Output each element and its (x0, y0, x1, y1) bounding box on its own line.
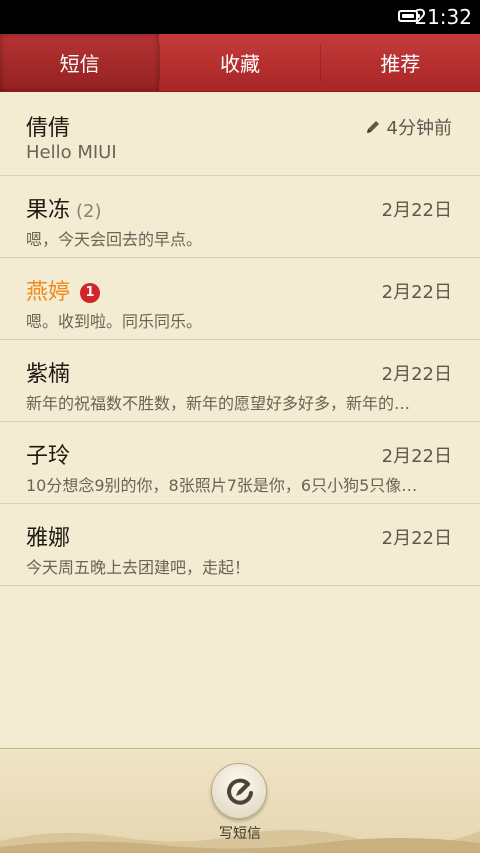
message-time: 4分钟前 (365, 114, 452, 140)
bottom-bar: 写短信 (0, 748, 480, 853)
compose-button[interactable] (211, 763, 267, 819)
message-preview: Hello MIUI (26, 142, 117, 163)
status-bar: 21:32 (0, 0, 480, 34)
contact-name-text: 果冻 (26, 198, 71, 223)
conversation-list: 倩倩 4分钟前 Hello MIUI 果冻 (2) 2月22日 嗯，今天会回去的早… (0, 94, 480, 586)
compose-label: 写短信 (219, 826, 261, 842)
conversation-row[interactable]: 倩倩 4分钟前 Hello MIUI (0, 94, 480, 176)
conversation-row[interactable]: 果冻 (2) 2月22日 嗯，今天会回去的早点。 (0, 176, 480, 258)
message-preview: 10分想念9别的你，8张照片7张是你，6只小狗5只像… (26, 476, 418, 495)
conversation-row[interactable]: 燕婷 1 2月22日 嗯。收到啦。同乐同乐。 (0, 258, 480, 340)
contact-name-text: 倩倩 (26, 116, 71, 141)
tab-messages[interactable]: 短信 (0, 34, 160, 91)
contact-name: 倩倩 (26, 110, 70, 142)
message-time: 2月22日 (381, 282, 452, 303)
unread-badge: 1 (80, 283, 101, 303)
message-preview: 嗯。收到啦。同乐同乐。 (26, 312, 203, 331)
message-time: 2月22日 (381, 528, 452, 549)
conversation-row[interactable]: 紫楠 2月22日 新年的祝福数不胜数，新年的愿望好多好多，新年的… (0, 340, 480, 422)
tab-label: 收藏 (219, 52, 260, 76)
message-preview: 今天周五晚上去团建吧，走起！ (26, 558, 251, 577)
message-count: (2) (76, 201, 102, 222)
contact-name: 子玲 (26, 438, 70, 470)
message-time: 2月22日 (381, 200, 452, 221)
conversation-row[interactable]: 雅娜 2月22日 今天周五晚上去团建吧，走起！ (0, 504, 480, 586)
contact-name: 果冻 (2) (26, 192, 102, 224)
contact-name-text: 紫楠 (26, 362, 71, 387)
tab-label: 推荐 (380, 52, 421, 76)
tab-recommended[interactable]: 推荐 (321, 34, 480, 91)
message-time: 2月22日 (381, 446, 452, 467)
tab-bar: 短信 收藏 推荐 (0, 34, 480, 92)
tab-favorites[interactable]: 收藏 (160, 34, 319, 91)
contact-name-text: 燕婷 (26, 280, 71, 305)
conversation-row[interactable]: 子玲 2月22日 10分想念9别的你，8张照片7张是你，6只小狗5只像… (0, 422, 480, 504)
contact-name: 燕婷 1 (26, 274, 101, 306)
compose-icon (227, 778, 253, 805)
contact-name: 雅娜 (26, 520, 70, 552)
message-preview: 新年的祝福数不胜数，新年的愿望好多好多，新年的… (26, 394, 411, 413)
contact-name-text: 子玲 (26, 444, 71, 469)
message-time: 2月22日 (381, 364, 452, 385)
message-preview: 嗯，今天会回去的早点。 (26, 230, 203, 249)
contact-name: 紫楠 (26, 356, 70, 388)
pencil-icon (366, 121, 379, 133)
status-time: 21:32 (414, 5, 472, 29)
message-time-text: 4分钟前 (386, 118, 452, 139)
tab-label: 短信 (59, 52, 100, 76)
contact-name-text: 雅娜 (26, 526, 71, 551)
